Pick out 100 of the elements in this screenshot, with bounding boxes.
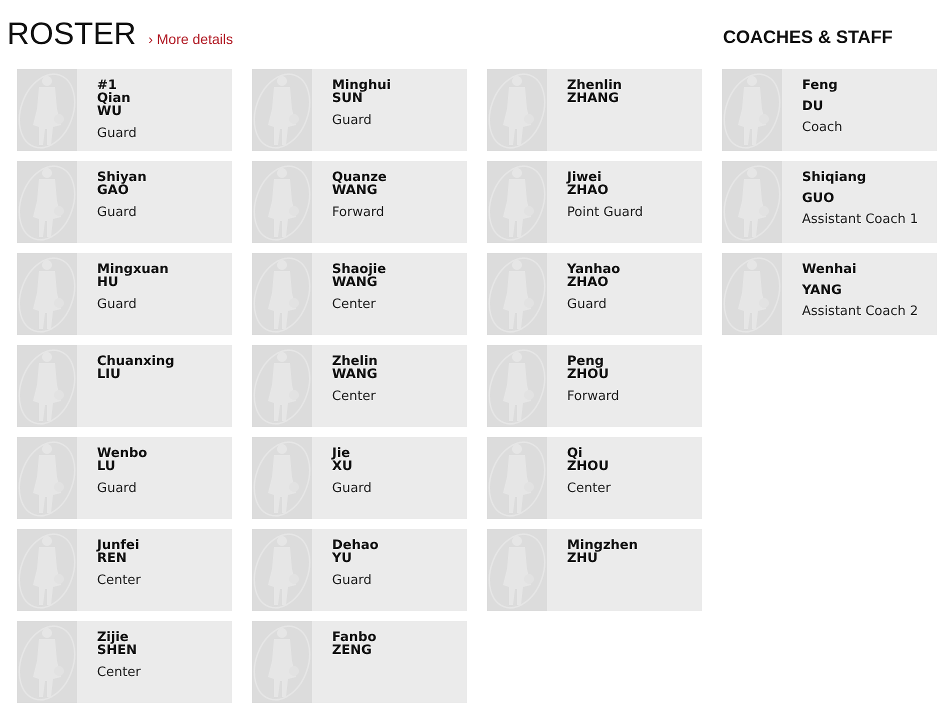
player-card[interactable]: Wenbo LU Guard xyxy=(17,437,232,519)
last-name: DU xyxy=(802,99,824,115)
last-name: LU xyxy=(97,460,116,473)
last-name: ZHAO xyxy=(567,184,610,197)
player-silhouette-icon xyxy=(17,529,77,611)
player-silhouette-icon xyxy=(17,253,77,335)
player-card[interactable]: #1 Qian WU Guard xyxy=(17,69,232,151)
player-card[interactable]: Peng ZHOU Forward xyxy=(487,345,702,427)
player-silhouette-icon xyxy=(487,437,547,519)
player-card[interactable]: Mingxuan HU Guard xyxy=(17,253,232,335)
player-position: Guard xyxy=(567,297,608,312)
first-name: Shiyan xyxy=(97,171,147,184)
first-name: Shaojie xyxy=(332,263,386,276)
first-name: Chuanxing xyxy=(97,355,174,368)
player-silhouette-icon xyxy=(17,437,77,519)
player-silhouette-icon xyxy=(722,253,782,335)
player-silhouette-icon xyxy=(722,161,782,243)
player-card[interactable]: Quanze WANG Forward xyxy=(252,161,467,243)
player-silhouette-icon xyxy=(17,161,77,243)
player-position: Guard xyxy=(332,481,372,496)
last-name: GAO xyxy=(97,184,129,197)
player-position: Center xyxy=(97,573,141,588)
player-position: Forward xyxy=(567,389,620,404)
staff-card[interactable]: Feng DU Coach xyxy=(722,69,937,151)
player-position: Center xyxy=(97,665,141,680)
first-name: Shiqiang xyxy=(802,170,868,186)
staff-card[interactable]: Wenhai YANG Assistant Coach 2 xyxy=(722,253,937,335)
player-card[interactable]: Chuanxing LIU xyxy=(17,345,232,427)
last-name: ZHOU xyxy=(567,460,610,473)
player-silhouette-icon xyxy=(252,437,312,519)
first-name: Wenbo xyxy=(97,447,148,460)
player-card[interactable]: Fanbo ZENG xyxy=(252,621,467,703)
staff-role: Assistant Coach 2 xyxy=(802,304,918,320)
player-silhouette-icon xyxy=(17,345,77,427)
player-card[interactable]: Minghui SUN Guard xyxy=(252,69,467,151)
last-name: ZHU xyxy=(567,552,598,565)
player-silhouette-icon xyxy=(487,529,547,611)
player-silhouette-icon xyxy=(17,69,77,151)
last-name: YANG xyxy=(802,283,843,299)
more-details-link[interactable]: › More details xyxy=(148,29,233,50)
first-name: Qian xyxy=(97,92,132,105)
first-name: Mingzhen xyxy=(567,539,638,552)
last-name: GUO xyxy=(802,191,836,207)
player-card[interactable]: Shaojie WANG Center xyxy=(252,253,467,335)
last-name: HU xyxy=(97,276,118,289)
player-silhouette-icon xyxy=(722,69,782,151)
last-name: REN xyxy=(97,552,127,565)
first-name: Quanze xyxy=(332,171,387,184)
player-silhouette-icon xyxy=(252,69,312,151)
player-silhouette-icon xyxy=(487,253,547,335)
player-silhouette-icon xyxy=(252,529,312,611)
first-name: Mingxuan xyxy=(97,263,169,276)
player-card[interactable]: Junfei REN Center xyxy=(17,529,232,611)
player-card[interactable]: Qi ZHOU Center xyxy=(487,437,702,519)
staff-role: Coach xyxy=(802,120,842,136)
player-card[interactable]: Jie XU Guard xyxy=(252,437,467,519)
first-name: Zijie xyxy=(97,631,129,644)
staff-role: Assistant Coach 1 xyxy=(802,212,918,228)
first-name: Minghui xyxy=(332,79,391,92)
first-name: Fanbo xyxy=(332,631,376,644)
player-position: Point Guard xyxy=(567,205,644,220)
last-name: XU xyxy=(332,460,354,473)
player-card[interactable]: Yanhao ZHAO Guard xyxy=(487,253,702,335)
last-name: ZENG xyxy=(332,644,373,657)
first-name: Zhelin xyxy=(332,355,378,368)
player-position: Guard xyxy=(332,573,373,588)
last-name: SHEN xyxy=(97,644,138,657)
player-silhouette-icon xyxy=(252,345,312,427)
player-card[interactable]: Dehao YU Guard xyxy=(252,529,467,611)
first-name: Yanhao xyxy=(567,263,620,276)
player-position: Guard xyxy=(332,113,373,128)
player-silhouette-icon xyxy=(252,621,312,703)
last-name: SUN xyxy=(332,92,363,105)
last-name: WANG xyxy=(332,184,378,197)
jersey-number: #1 xyxy=(97,79,117,92)
first-name: Qi xyxy=(567,447,583,460)
player-silhouette-icon xyxy=(487,69,547,151)
first-name: Feng xyxy=(802,78,839,94)
player-silhouette-icon xyxy=(487,345,547,427)
player-position: Center xyxy=(567,481,611,496)
player-position: Center xyxy=(332,297,377,312)
player-card[interactable]: Zhenlin ZHANG xyxy=(487,69,702,151)
staff-title: COACHES & STAFF xyxy=(723,27,893,47)
player-position: Forward xyxy=(332,205,386,220)
player-silhouette-icon xyxy=(17,621,77,703)
first-name: Dehao xyxy=(332,539,379,552)
player-position: Guard xyxy=(97,481,138,496)
staff-card[interactable]: Shiqiang GUO Assistant Coach 1 xyxy=(722,161,937,243)
player-card[interactable]: Shiyan GAO Guard xyxy=(17,161,232,243)
first-name: Junfei xyxy=(97,539,140,552)
player-silhouette-icon xyxy=(252,161,312,243)
player-card[interactable]: Zhelin WANG Center xyxy=(252,345,467,427)
player-card[interactable]: Jiwei ZHAO Point Guard xyxy=(487,161,702,243)
player-silhouette-icon xyxy=(252,253,312,335)
last-name: LIU xyxy=(97,368,121,381)
player-position: Guard xyxy=(97,205,138,220)
player-card[interactable]: Mingzhen ZHU xyxy=(487,529,702,611)
player-card[interactable]: Zijie SHEN Center xyxy=(17,621,232,703)
player-position: Guard xyxy=(97,126,137,141)
first-name: Zhenlin xyxy=(567,79,622,92)
